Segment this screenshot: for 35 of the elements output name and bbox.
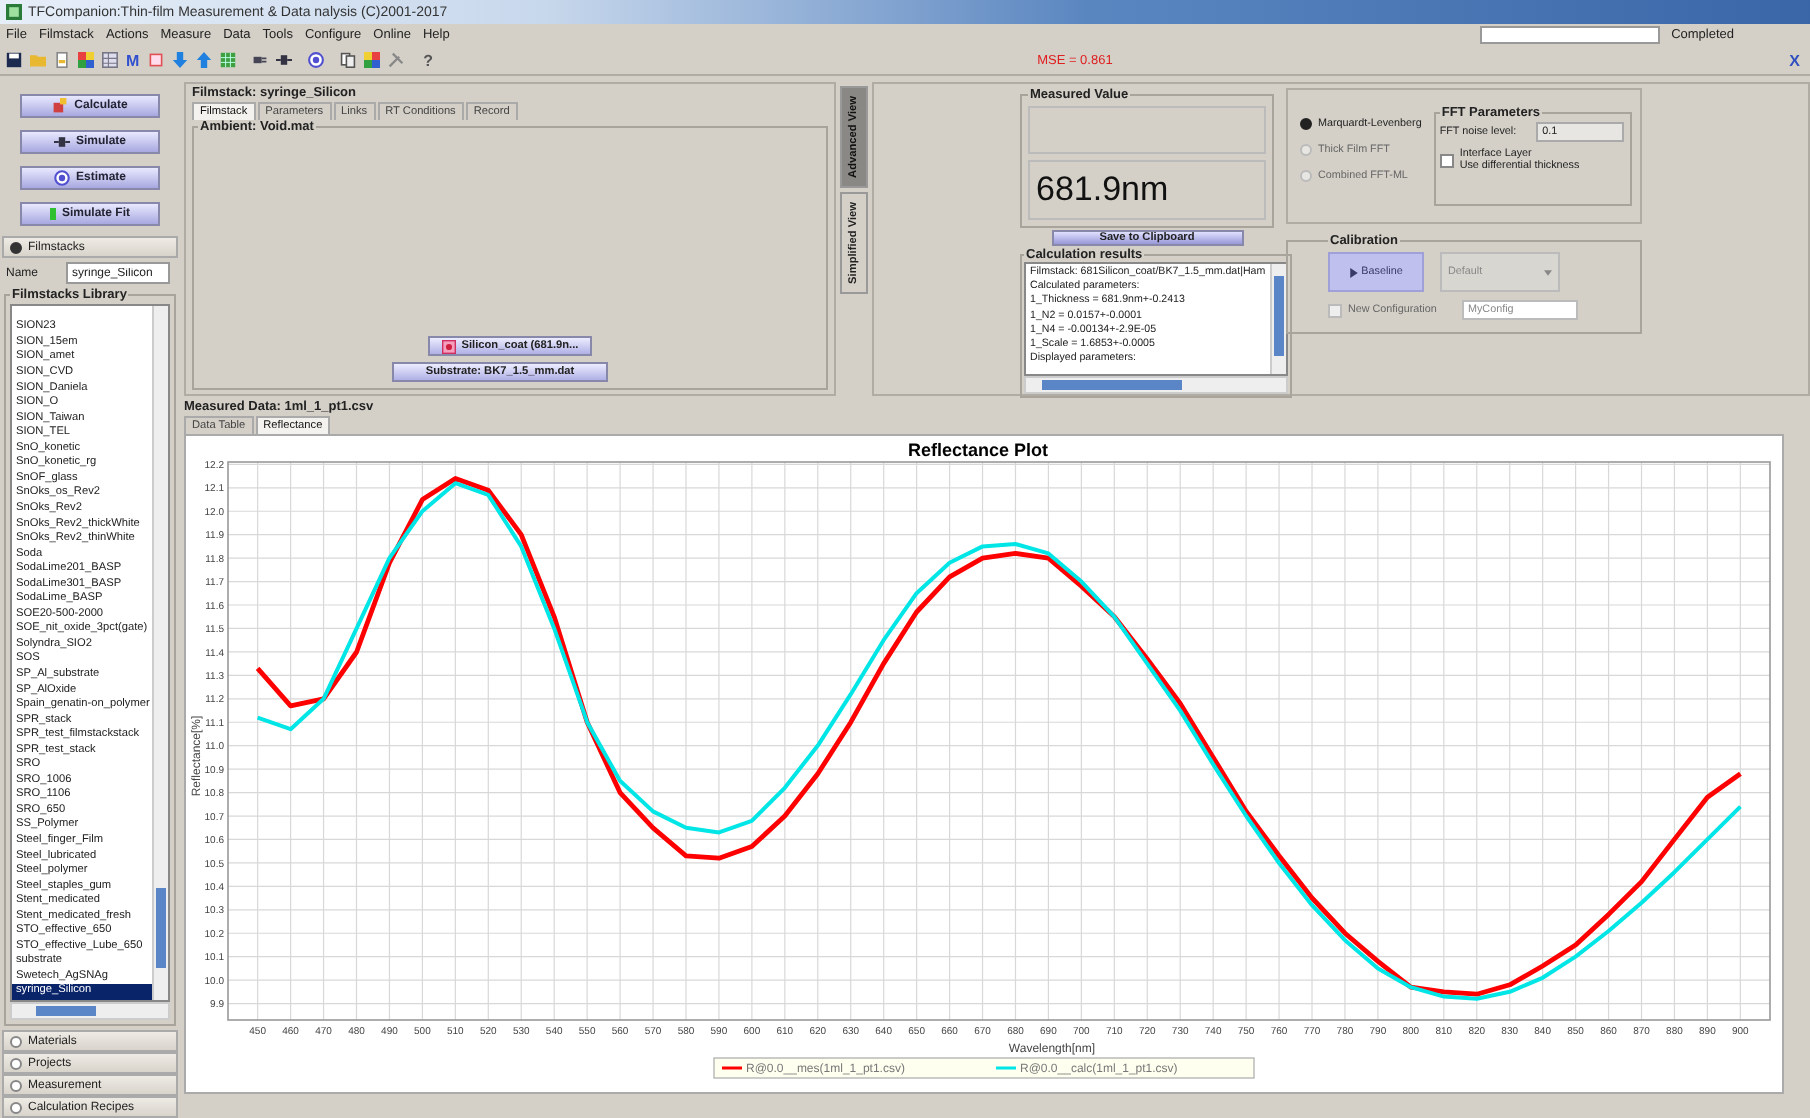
scrollbar[interactable] — [1269, 264, 1286, 374]
blocks-icon[interactable] — [78, 52, 94, 68]
calculator-icon — [52, 98, 69, 114]
radio-button[interactable] — [1300, 144, 1312, 156]
plug-icon[interactable] — [275, 52, 292, 68]
document-icon[interactable] — [147, 52, 164, 68]
document-icon[interactable] — [54, 52, 70, 68]
thickness-value: 681.9nm — [1028, 160, 1266, 220]
copy-icon[interactable] — [339, 52, 356, 68]
play-icon — [1349, 267, 1358, 277]
tools-icon[interactable] — [387, 52, 404, 68]
blocks-icon[interactable] — [363, 52, 380, 68]
grid-icon[interactable] — [219, 52, 236, 68]
caret-icon — [1544, 269, 1552, 275]
chart-title: Reflectance Plot — [907, 440, 1049, 460]
plug-icon[interactable] — [251, 52, 268, 68]
radio-button[interactable] — [1300, 118, 1312, 130]
scrollbar[interactable] — [1024, 376, 1288, 394]
target-icon[interactable] — [307, 52, 324, 68]
scrollbar[interactable] — [10, 1002, 170, 1020]
scrollbar[interactable] — [152, 306, 168, 1000]
arrow-up-icon[interactable] — [195, 52, 212, 68]
save-icon[interactable] — [6, 52, 22, 68]
toolbar-button[interactable]: M — [126, 51, 140, 69]
layer-icon — [441, 339, 456, 353]
arrow-down-icon[interactable] — [171, 52, 188, 68]
bar-icon — [49, 206, 56, 222]
table-icon[interactable] — [102, 52, 118, 68]
radio-button[interactable] — [1300, 170, 1312, 182]
help-button[interactable]: ? — [423, 51, 434, 69]
checkbox[interactable] — [1439, 153, 1454, 167]
app-icon — [6, 4, 22, 20]
plug-icon — [53, 134, 70, 150]
close-button[interactable]: X — [1785, 51, 1804, 69]
target-icon — [53, 170, 70, 186]
